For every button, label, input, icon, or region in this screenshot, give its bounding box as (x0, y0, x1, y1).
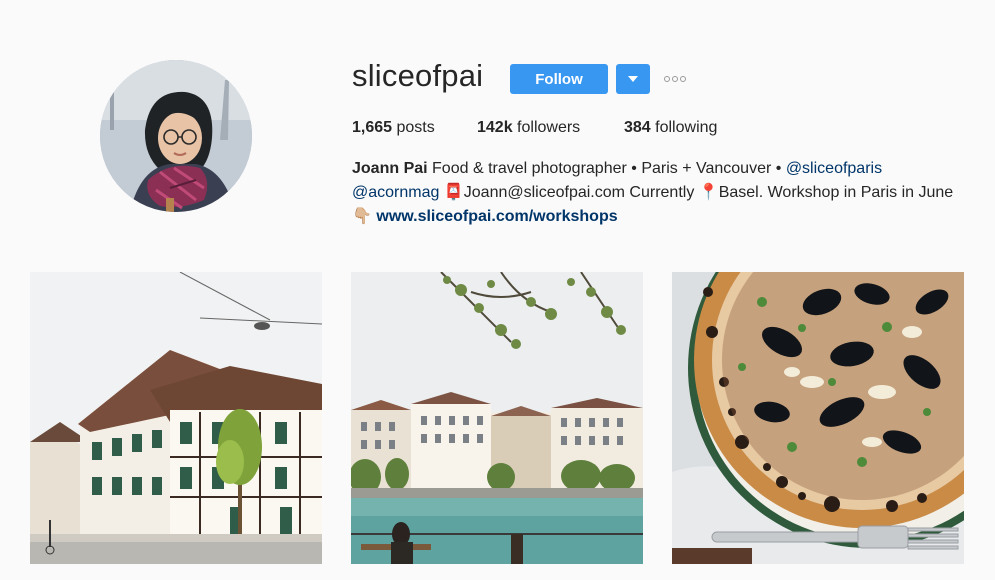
posts-label: posts (396, 119, 435, 136)
street-photo-icon (30, 272, 322, 564)
river-photo-icon (351, 272, 643, 564)
caret-down-icon (628, 76, 638, 82)
dot-icon (680, 75, 686, 82)
bio-text: Food & travel photographer • Paris + Van… (432, 160, 782, 177)
profile-avatar[interactable] (100, 60, 252, 212)
dot-icon (664, 75, 670, 82)
posts-count-stat: 1,665 posts (352, 119, 435, 137)
more-options-button[interactable] (664, 70, 692, 88)
profile-username: sliceofpai (352, 58, 484, 93)
mention-link-sliceofparis[interactable]: @sliceofparis (786, 160, 882, 177)
pin-emoji-icon: 📍 (698, 184, 719, 201)
post-thumbnail[interactable] (351, 272, 643, 564)
following-count: 384 (624, 119, 651, 136)
suggestions-dropdown-button[interactable] (616, 64, 650, 94)
followers-count: 142k (477, 119, 513, 136)
followers-stat[interactable]: 142k followers (477, 119, 580, 137)
posts-count: 1,665 (352, 119, 393, 136)
profile-bio: Joann Pai Food & travel photographer • P… (352, 157, 972, 229)
following-label: following (655, 119, 718, 136)
follow-button[interactable]: Follow (510, 64, 608, 94)
post-thumbnail[interactable] (672, 272, 964, 564)
pizza-photo-icon (672, 272, 964, 564)
full-name: Joann Pai (352, 160, 428, 177)
followers-label: followers (517, 119, 581, 136)
post-thumbnail[interactable] (30, 272, 322, 564)
pointing-down-emoji-icon: 👇🏼 (352, 208, 372, 225)
dot-icon (672, 75, 678, 82)
email-text: Joann@sliceofpai.com Currently (463, 184, 695, 201)
following-stat[interactable]: 384 following (624, 119, 717, 137)
mention-link-acornmag[interactable]: @acornmag (352, 184, 439, 201)
postbox-emoji-icon: 📮 (443, 184, 464, 201)
website-link[interactable]: www.sliceofpai.com/workshops (376, 208, 617, 225)
location-text: Basel. Workshop in Paris in June (718, 184, 954, 201)
avatar-photo (100, 60, 252, 212)
